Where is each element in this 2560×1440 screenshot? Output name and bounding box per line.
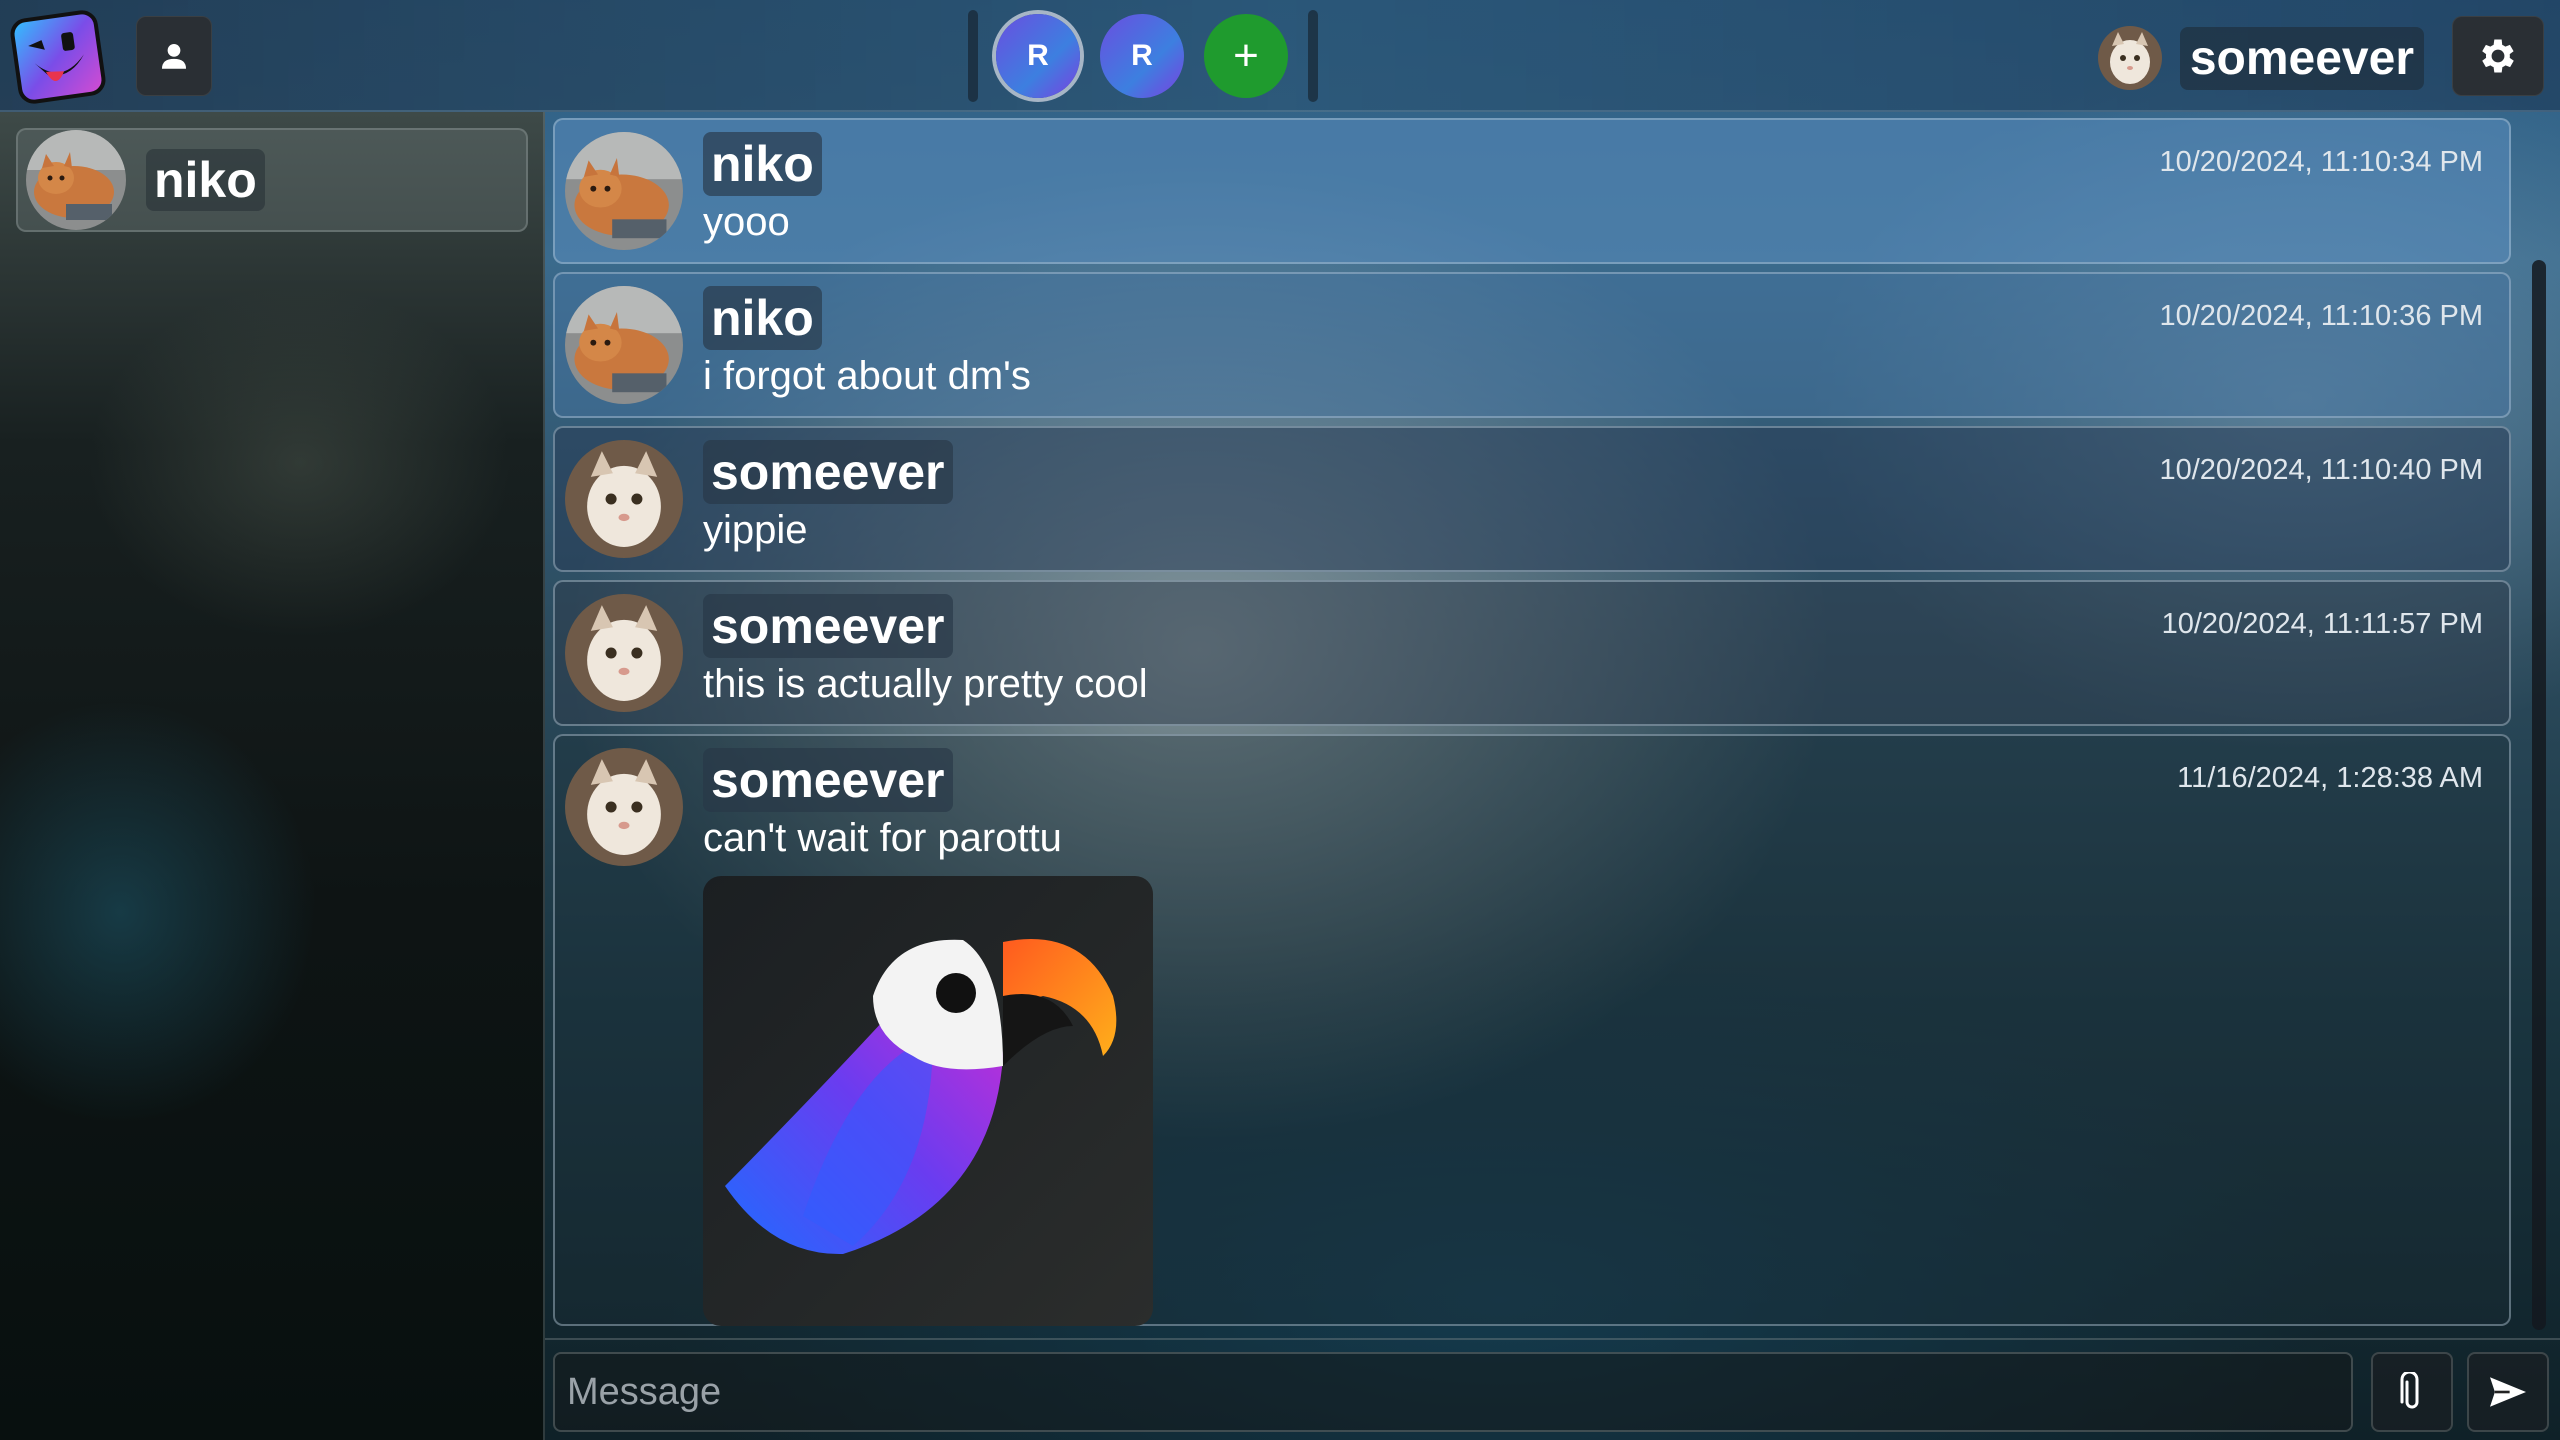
message-item: niko yooo 10/20/2024, 11:10:34 PM bbox=[553, 118, 2511, 264]
message-avatar[interactable] bbox=[565, 594, 683, 712]
server-icon-r-active[interactable]: R bbox=[996, 14, 1080, 98]
message-text: yooo bbox=[703, 200, 790, 244]
message-author[interactable]: niko bbox=[703, 286, 822, 350]
message-text: i forgot about dm's bbox=[703, 354, 1031, 398]
message-avatar[interactable] bbox=[565, 440, 683, 558]
top-bar: R R + someever bbox=[0, 0, 2560, 112]
attach-button[interactable] bbox=[2371, 1352, 2453, 1432]
server-strip: R R + bbox=[968, 6, 1324, 106]
message-timestamp: 10/20/2024, 11:11:57 PM bbox=[2161, 608, 2483, 640]
message-scrollbar[interactable] bbox=[2532, 260, 2546, 1330]
message-timestamp: 10/20/2024, 11:10:40 PM bbox=[2159, 454, 2483, 486]
message-item: niko i forgot about dm's 10/20/2024, 11:… bbox=[553, 272, 2511, 418]
message-composer bbox=[545, 1338, 2560, 1440]
message-item: someever can't wait for parottu 11/16/20… bbox=[553, 734, 2511, 1326]
app-logo-icon[interactable] bbox=[8, 8, 108, 106]
dm-avatar bbox=[26, 130, 126, 230]
send-icon bbox=[2490, 1377, 2526, 1407]
message-item: someever this is actually pretty cool 10… bbox=[553, 580, 2511, 726]
message-text: yippie bbox=[703, 508, 808, 552]
message-timestamp: 10/20/2024, 11:10:34 PM bbox=[2159, 146, 2483, 178]
current-user-avatar bbox=[2097, 26, 2162, 90]
dm-item-niko[interactable]: niko bbox=[16, 128, 528, 232]
add-server-button[interactable]: + bbox=[1204, 14, 1288, 98]
message-list: niko yooo 10/20/2024, 11:10:34 PM niko i… bbox=[549, 114, 2511, 1334]
profile-button[interactable] bbox=[136, 16, 212, 96]
message-avatar[interactable] bbox=[565, 748, 683, 866]
message-text: this is actually pretty cool bbox=[703, 662, 1148, 706]
settings-button[interactable] bbox=[2452, 16, 2544, 96]
message-author[interactable]: someever bbox=[703, 748, 953, 812]
message-avatar[interactable] bbox=[565, 132, 683, 250]
message-timestamp: 11/16/2024, 1:28:38 AM bbox=[2177, 762, 2483, 794]
gear-icon bbox=[2482, 39, 2514, 73]
server-icon-r[interactable]: R bbox=[1100, 14, 1184, 98]
message-author[interactable]: someever bbox=[703, 594, 953, 658]
message-author[interactable]: someever bbox=[703, 440, 953, 504]
message-avatar[interactable] bbox=[565, 286, 683, 404]
user-icon bbox=[161, 43, 187, 69]
message-author[interactable]: niko bbox=[703, 132, 822, 196]
send-button[interactable] bbox=[2467, 1352, 2549, 1432]
message-text: can't wait for parottu bbox=[703, 816, 1062, 860]
current-user[interactable]: someever bbox=[2097, 20, 2424, 96]
message-timestamp: 10/20/2024, 11:10:36 PM bbox=[2159, 300, 2483, 332]
image-attachment[interactable] bbox=[703, 876, 1153, 1326]
current-username: someever bbox=[2179, 26, 2424, 90]
dm-name: niko bbox=[146, 149, 265, 211]
parrot-image bbox=[725, 939, 1117, 1255]
paperclip-icon bbox=[2400, 1372, 2419, 1409]
message-item: someever yippie 10/20/2024, 11:10:40 PM bbox=[553, 426, 2511, 572]
message-input[interactable] bbox=[553, 1352, 2353, 1432]
dm-sidebar: niko bbox=[0, 112, 545, 1440]
